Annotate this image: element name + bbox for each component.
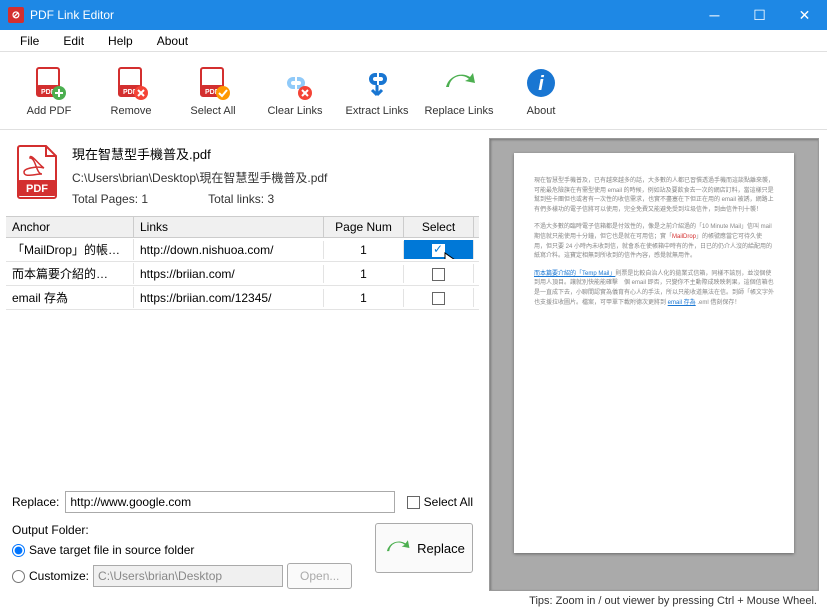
about-button[interactable]: i About xyxy=(502,61,580,121)
radio-customize-label: Customize: xyxy=(29,569,89,583)
col-header-links[interactable]: Links xyxy=(134,217,324,237)
extract-links-icon xyxy=(359,65,395,101)
radio-customize[interactable] xyxy=(12,570,25,583)
select-all-label: Select All xyxy=(424,495,473,509)
pdf-file-icon: PDF xyxy=(14,144,62,200)
select-all-button[interactable]: PDF Select All xyxy=(174,61,252,121)
cursor-icon xyxy=(444,252,460,258)
select-all-label: Select All xyxy=(190,105,235,117)
table-row[interactable]: 「MailDrop」的帳… http://down.nishuoa.com/ 1 xyxy=(6,238,479,262)
file-name: 現在智慧型手機普及.pdf xyxy=(72,144,471,163)
cell-page: 1 xyxy=(324,241,404,259)
app-icon: ⊘ xyxy=(8,7,24,23)
cell-link: https://briian.com/12345/ xyxy=(134,289,324,307)
checkbox-icon[interactable] xyxy=(432,268,445,281)
file-path: C:\Users\brian\Desktop\現在智慧型手機普及.pdf xyxy=(72,169,471,186)
menu-file[interactable]: File xyxy=(8,32,51,50)
open-button[interactable]: Open... xyxy=(287,563,352,589)
table-row[interactable]: email 存為 https://briian.com/12345/ 1 xyxy=(6,286,479,310)
about-label: About xyxy=(527,105,556,117)
pdf-remove-icon: PDF xyxy=(113,65,149,101)
total-links: Total links: 3 xyxy=(208,192,274,206)
close-button[interactable]: ✕ xyxy=(782,0,827,30)
select-all-checkbox[interactable] xyxy=(407,496,420,509)
cell-anchor: 「MailDrop」的帳… xyxy=(6,239,134,260)
cell-anchor: email 存為 xyxy=(6,287,134,308)
pdf-preview-panel[interactable]: 現在智慧型手機普及，已有越來越多的話，大多數的人都已習慣透過手機而這談點離來襲，… xyxy=(489,138,819,591)
extract-links-button[interactable]: Extract Links xyxy=(338,61,416,121)
about-icon: i xyxy=(523,65,559,101)
svg-text:i: i xyxy=(538,73,544,95)
cell-select[interactable] xyxy=(404,264,474,282)
col-header-page[interactable]: Page Num xyxy=(324,217,404,237)
cell-select[interactable] xyxy=(404,288,474,306)
col-header-anchor[interactable]: Anchor xyxy=(6,217,134,237)
menu-about[interactable]: About xyxy=(145,32,200,50)
maximize-button[interactable]: ☐ xyxy=(737,0,782,30)
cell-page: 1 xyxy=(324,265,404,283)
cell-link: http://down.nishuoa.com/ xyxy=(134,241,324,259)
minimize-button[interactable]: ─ xyxy=(692,0,737,30)
window-title: PDF Link Editor xyxy=(30,8,692,22)
replace-links-icon xyxy=(441,65,477,101)
clear-links-label: Clear Links xyxy=(267,105,322,117)
replace-input[interactable] xyxy=(65,491,394,513)
remove-label: Remove xyxy=(111,105,152,117)
replace-links-label: Replace Links xyxy=(424,105,493,117)
radio-save-source-label: Save target file in source folder xyxy=(29,543,194,557)
replace-button[interactable]: Replace xyxy=(375,523,473,573)
replace-arrow-icon xyxy=(383,534,411,562)
tips-text: Tips: Zoom in / out viewer by pressing C… xyxy=(489,591,819,607)
customize-path-input[interactable] xyxy=(93,565,283,587)
extract-links-label: Extract Links xyxy=(346,105,409,117)
checkbox-icon[interactable] xyxy=(432,244,445,257)
pdf-preview-page: 現在智慧型手機普及，已有越來越多的話，大多數的人都已習慣透過手機而這談點離來襲，… xyxy=(514,153,794,553)
checkbox-icon[interactable] xyxy=(432,292,445,305)
clear-links-icon xyxy=(277,65,313,101)
cell-select[interactable] xyxy=(404,240,474,258)
cell-anchor: 而本篇要介紹的… xyxy=(6,263,134,284)
add-pdf-label: Add PDF xyxy=(27,105,72,117)
col-header-select[interactable]: Select xyxy=(404,217,474,237)
cell-link: https://briian.com/ xyxy=(134,265,324,283)
table-row[interactable]: 而本篇要介紹的… https://briian.com/ 1 xyxy=(6,262,479,286)
clear-links-button[interactable]: Clear Links xyxy=(256,61,334,121)
menu-edit[interactable]: Edit xyxy=(51,32,96,50)
replace-button-label: Replace xyxy=(417,541,465,556)
output-folder-heading: Output Folder: xyxy=(12,523,367,537)
replace-links-button[interactable]: Replace Links xyxy=(420,61,498,121)
radio-save-source[interactable] xyxy=(12,544,25,557)
pdf-add-icon: PDF xyxy=(31,65,67,101)
cell-page: 1 xyxy=(324,289,404,307)
replace-label: Replace: xyxy=(12,495,59,509)
links-table: Anchor Links Page Num Select 「MailDrop」的… xyxy=(6,216,479,310)
pdf-selectall-icon: PDF xyxy=(195,65,231,101)
remove-button[interactable]: PDF Remove xyxy=(92,61,170,121)
menu-help[interactable]: Help xyxy=(96,32,145,50)
svg-text:PDF: PDF xyxy=(26,183,48,195)
total-pages: Total Pages: 1 xyxy=(72,192,148,206)
add-pdf-button[interactable]: PDF Add PDF xyxy=(10,61,88,121)
